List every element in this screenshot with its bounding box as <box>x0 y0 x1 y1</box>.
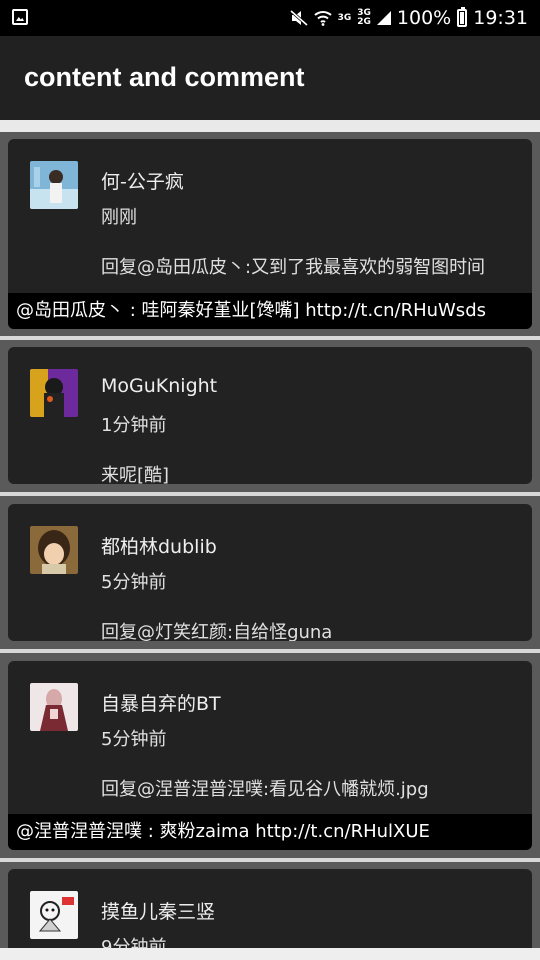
avatar[interactable] <box>30 161 78 209</box>
comment-text: 回复@岛田瓜皮丶:又到了我最喜欢的弱智图时间 <box>101 257 486 278</box>
mute-icon <box>289 10 308 26</box>
bottom-edge <box>0 948 540 960</box>
comment-author[interactable]: 都柏林dublib <box>101 532 217 559</box>
battery-icon <box>457 7 468 27</box>
status-bar: 3G 3G 2G 100% 19:31 <box>0 0 540 36</box>
quoted-status[interactable]: @岛田瓜皮丶 : 哇阿秦好堇业[馋嘴] http://t.cn/RHuWsds <box>8 293 532 329</box>
signal-icon <box>376 11 391 25</box>
comment-card[interactable]: 何-公子疯 刚刚 回复@岛田瓜皮丶:又到了我最喜欢的弱智图时间 @岛田瓜皮丶 :… <box>8 139 532 329</box>
divider <box>0 492 540 496</box>
comment-time: 1分钟前 <box>101 415 167 436</box>
avatar[interactable] <box>30 526 78 574</box>
divider <box>0 336 540 340</box>
comment-text: 回复@灯笑红颜:自给怪guna <box>101 622 333 641</box>
comment-time: 5分钟前 <box>101 729 167 750</box>
comment-author[interactable]: 自暴自弃的BT <box>101 689 221 716</box>
avatar[interactable] <box>30 683 78 731</box>
comment-card[interactable]: 自暴自弃的BT 5分钟前 回复@涅普涅普涅噗:看见谷八幡就烦.jpg @涅普涅普… <box>8 661 532 850</box>
battery-percent: 100% <box>396 7 452 29</box>
comment-time: 9分钟前 <box>101 937 167 948</box>
divider <box>0 649 540 653</box>
comment-text: 来呢[酷] <box>101 465 170 484</box>
comment-time: 5分钟前 <box>101 572 167 593</box>
network-type-label: 3G <box>337 12 352 23</box>
avatar[interactable] <box>30 369 78 417</box>
app-bar: content and comment <box>0 36 540 120</box>
app-bar-divider <box>0 120 540 132</box>
page-title: content and comment <box>24 62 305 92</box>
network-type-label-2: 3G 2G <box>357 9 371 27</box>
avatar[interactable] <box>30 891 78 939</box>
wifi-icon <box>313 11 332 26</box>
comment-card[interactable]: 都柏林dublib 5分钟前 回复@灯笑红颜:自给怪guna <box>8 504 532 641</box>
network-type-bottom-2: 2G <box>357 17 371 27</box>
quoted-status[interactable]: @涅普涅普涅噗 : 爽粉zaima http://t.cn/RHulXUE <box>8 814 532 850</box>
gallery-notification-icon <box>12 9 28 25</box>
comment-author[interactable]: 摸鱼儿秦三竖 <box>101 897 215 924</box>
comment-text: 回复@涅普涅普涅噗:看见谷八幡就烦.jpg <box>101 779 429 800</box>
comment-card[interactable]: MoGuKnight 1分钟前 来呢[酷] <box>8 347 532 484</box>
network-type-top: 3G <box>337 12 352 23</box>
comment-card[interactable]: 摸鱼儿秦三竖 9分钟前 <box>8 869 532 948</box>
comment-author[interactable]: MoGuKnight <box>101 375 217 397</box>
clock: 19:31 <box>473 7 528 29</box>
comment-list[interactable]: 何-公子疯 刚刚 回复@岛田瓜皮丶:又到了我最喜欢的弱智图时间 @岛田瓜皮丶 :… <box>0 132 540 948</box>
divider <box>0 858 540 862</box>
comment-author[interactable]: 何-公子疯 <box>101 167 184 194</box>
comment-time: 刚刚 <box>101 207 137 228</box>
